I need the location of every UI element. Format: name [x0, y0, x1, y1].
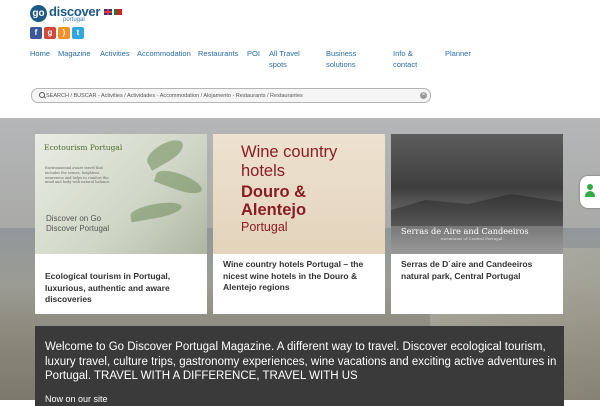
image-discover: Discover on Go Discover Portugal	[46, 214, 110, 233]
image-line: Alentejo	[241, 201, 307, 219]
image-body: Environmental aware travel that includes…	[45, 166, 111, 185]
image-line: hotels	[241, 162, 286, 180]
image-title: Serras de Aire and Candeeiros	[401, 226, 529, 236]
card-image: Wine country hotels Douro & Alentejo Por…	[213, 134, 385, 254]
nav-home[interactable]: Home	[30, 48, 50, 59]
nav-info-contact[interactable]: Info & contact	[393, 48, 425, 70]
nav-activities[interactable]: Activities	[100, 48, 130, 59]
rss-icon[interactable]: )	[58, 27, 70, 39]
welcome-box: Welcome to Go Discover Portugal Magazine…	[35, 326, 564, 406]
image-subtitle: mountains of Central Portugal	[441, 236, 503, 241]
image-heading: Ecotourism Portugal	[44, 143, 123, 152]
search-icon	[39, 92, 45, 98]
nav-planner[interactable]: Planner	[445, 48, 471, 59]
nav-business-solutions[interactable]: Business solutions	[326, 48, 366, 70]
user-icon	[585, 184, 595, 198]
card-title[interactable]: Serras de D´aire and Candeeiros natural …	[401, 259, 555, 282]
portugal-flag-icon[interactable]	[114, 9, 122, 15]
nav-all-travel-spots[interactable]: All Travel spots	[269, 48, 309, 70]
twitter-icon[interactable]: t	[72, 27, 84, 39]
nav-accommodation[interactable]: Accommodation	[137, 48, 191, 59]
search-bar: ×	[31, 88, 431, 103]
card-title[interactable]: Ecological tourism in Portugal, luxuriou…	[45, 271, 199, 306]
nav-poi[interactable]: POI	[247, 48, 260, 59]
welcome-tail: Now on our site	[45, 394, 108, 404]
article-card-serras[interactable]: Serras de Aire and Candeeiros mountains …	[391, 134, 563, 314]
image-line: Portugal	[241, 220, 288, 234]
article-card-wine-hotels[interactable]: Wine country hotels Douro & Alentejo Por…	[213, 134, 385, 314]
google-plus-icon[interactable]: g	[44, 27, 56, 39]
image-line: Wine country	[241, 143, 338, 161]
site-header: go discover portugal f g ) t Home Magazi…	[0, 0, 600, 118]
user-side-tab[interactable]	[580, 176, 600, 208]
article-card-ecotourism[interactable]: Ecotourism Portugal Environmental aware …	[35, 134, 207, 314]
card-title[interactable]: Wine country hotels Portugal – the nices…	[223, 259, 377, 294]
card-image: Ecotourism Portugal Environmental aware …	[35, 134, 207, 254]
search-input[interactable]	[46, 89, 414, 102]
clear-search-icon[interactable]: ×	[420, 92, 427, 99]
site-logo[interactable]: go discover portugal	[30, 5, 100, 23]
nav-magazine[interactable]: Magazine	[58, 48, 91, 59]
card-image: Serras de Aire and Candeeiros mountains …	[391, 134, 563, 254]
welcome-text: Welcome to Go Discover Portugal Magazine…	[45, 341, 557, 382]
logo-go-badge: go	[30, 5, 47, 22]
nav-restaurants[interactable]: Restaurants	[198, 48, 238, 59]
uk-flag-icon[interactable]	[104, 9, 112, 15]
image-line: Douro &	[241, 183, 307, 201]
facebook-icon[interactable]: f	[30, 27, 42, 39]
